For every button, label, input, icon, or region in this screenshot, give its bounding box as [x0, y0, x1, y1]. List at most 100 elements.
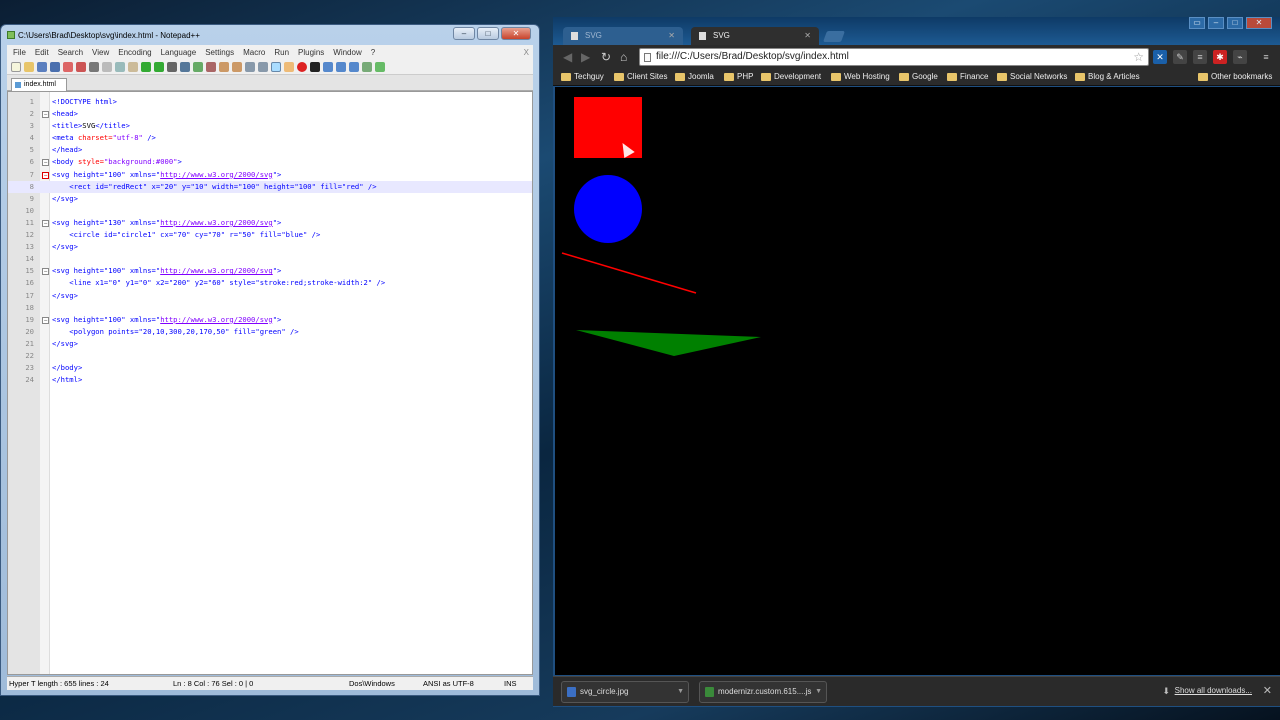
- browser-tab[interactable]: SVG ✕: [563, 27, 683, 45]
- sync-v-icon[interactable]: [219, 61, 229, 72]
- close-file-icon[interactable]: [63, 61, 73, 72]
- bookmark-folder[interactable]: Social Networks: [997, 71, 1067, 83]
- bookmark-folder[interactable]: PHP: [724, 71, 753, 83]
- close-tab-icon[interactable]: ✕: [804, 27, 811, 45]
- wrap-icon[interactable]: [245, 61, 255, 72]
- new-tab-button[interactable]: [822, 31, 846, 42]
- close-all-icon[interactable]: [76, 61, 86, 72]
- undo-icon[interactable]: [141, 61, 151, 72]
- reload-icon[interactable]: ↻: [601, 50, 611, 64]
- replace-icon[interactable]: [180, 61, 190, 72]
- menu-language[interactable]: Language: [161, 48, 197, 57]
- maximize-button[interactable]: □: [477, 27, 499, 40]
- user-icon[interactable]: ▭: [1189, 17, 1205, 29]
- close-button[interactable]: ✕: [501, 27, 531, 40]
- home-icon[interactable]: ⌂: [620, 50, 627, 64]
- abp-extension-icon[interactable]: ✱: [1213, 50, 1227, 64]
- other-bookmarks[interactable]: Other bookmarks: [1198, 71, 1272, 83]
- folder-icon[interactable]: [284, 61, 294, 72]
- cut-icon[interactable]: [102, 61, 112, 72]
- fold-minus-icon[interactable]: −: [42, 316, 49, 324]
- save-all-icon[interactable]: [50, 61, 60, 72]
- zoom-out-icon[interactable]: [206, 61, 216, 72]
- menu-run[interactable]: Run: [274, 48, 289, 57]
- open-file-icon[interactable]: [24, 61, 34, 72]
- code-link[interactable]: http://www.w3.org/2000/svg: [160, 170, 273, 179]
- fold-minus-icon[interactable]: −: [42, 159, 49, 167]
- chevron-down-icon[interactable]: ▼: [677, 682, 684, 702]
- code-link[interactable]: http://www.w3.org/2000/svg: [160, 218, 273, 227]
- redo-icon[interactable]: [154, 61, 164, 72]
- menu-view[interactable]: View: [92, 48, 109, 57]
- play-macro-icon[interactable]: [323, 61, 333, 72]
- menu-search[interactable]: Search: [58, 48, 83, 57]
- close-downloads-icon[interactable]: ✕: [1263, 684, 1272, 697]
- menu-file[interactable]: File: [13, 48, 26, 57]
- settings-menu-icon[interactable]: ≡: [1259, 50, 1273, 64]
- bookmark-folder[interactable]: Techguy: [561, 71, 604, 83]
- bookmark-folder[interactable]: Development: [761, 71, 821, 83]
- maximize-button[interactable]: □: [1227, 17, 1243, 29]
- menu-window[interactable]: Window: [333, 48, 361, 57]
- address-bar[interactable]: file:///C:/Users/Brad/Desktop/svg/index.…: [639, 48, 1149, 66]
- fold-minus-icon[interactable]: −: [42, 111, 49, 119]
- bookmark-folder[interactable]: Web Hosting: [831, 71, 890, 83]
- extension-icon[interactable]: ✕: [1153, 50, 1167, 64]
- menu-edit[interactable]: Edit: [35, 48, 49, 57]
- download-item[interactable]: svg_circle.jpg ▼: [561, 681, 689, 703]
- forward-icon[interactable]: ▶: [581, 50, 590, 64]
- save-macro-icon[interactable]: [349, 61, 359, 72]
- code-line: 18: [8, 302, 532, 314]
- download-arrow-icon: ⬇: [1162, 686, 1170, 696]
- browser-tab-active[interactable]: SVG ✕: [691, 27, 819, 45]
- fold-minus-icon[interactable]: −: [42, 268, 49, 276]
- menu-settings[interactable]: Settings: [205, 48, 234, 57]
- code-link[interactable]: http://www.w3.org/2000/svg: [160, 315, 273, 324]
- minimize-button[interactable]: –: [453, 27, 475, 40]
- minimize-button[interactable]: –: [1208, 17, 1224, 29]
- fold-minus-icon[interactable]: −: [42, 171, 49, 179]
- bookmark-folder[interactable]: Blog & Articles: [1075, 71, 1140, 83]
- menu-macro[interactable]: Macro: [243, 48, 265, 57]
- record-macro-icon[interactable]: [297, 61, 307, 72]
- spellcheck-icon[interactable]: [362, 61, 372, 72]
- close-button[interactable]: ✕: [1246, 17, 1272, 29]
- dropper-icon[interactable]: ⌁: [1233, 50, 1247, 64]
- bookmark-folder[interactable]: Joomla: [675, 71, 714, 83]
- stop-macro-icon[interactable]: [310, 61, 320, 72]
- menu-encoding[interactable]: Encoding: [118, 48, 151, 57]
- check-icon[interactable]: [375, 61, 385, 72]
- pen-tool-icon[interactable]: ✎: [1173, 50, 1187, 64]
- print-icon[interactable]: [89, 61, 99, 72]
- menu-lines-icon[interactable]: ≡: [1193, 50, 1207, 64]
- zoom-in-icon[interactable]: [193, 61, 203, 72]
- close-tab-icon[interactable]: ✕: [668, 27, 675, 45]
- code-editor[interactable]: 1 <!DOCTYPE html> 2− <head> 3 <title>SVG</t…: [7, 91, 533, 675]
- code-link[interactable]: http://www.w3.org/2000/svg: [160, 266, 273, 275]
- show-all-downloads-link[interactable]: Show all downloads...: [1175, 686, 1252, 695]
- show-all-chars-icon[interactable]: [258, 61, 268, 72]
- close-document-icon[interactable]: X: [524, 48, 529, 57]
- download-item[interactable]: modernizr.custom.615....js ▼: [699, 681, 827, 703]
- tab-index-html[interactable]: index.html: [11, 78, 67, 91]
- new-file-icon[interactable]: [11, 61, 21, 72]
- chevron-down-icon[interactable]: ▼: [815, 682, 822, 702]
- menu-plugins[interactable]: Plugins: [298, 48, 324, 57]
- fold-minus-icon[interactable]: −: [42, 219, 49, 227]
- back-icon[interactable]: ◀: [563, 50, 572, 64]
- code-text: <title>: [52, 121, 83, 131]
- menu-help[interactable]: ?: [371, 48, 375, 57]
- bookmark-folder[interactable]: Google: [899, 71, 938, 83]
- paste-icon[interactable]: [128, 61, 138, 72]
- find-icon[interactable]: [167, 61, 177, 72]
- save-icon[interactable]: [37, 61, 47, 72]
- indent-guide-icon[interactable]: [271, 61, 281, 72]
- code-line: 12 <circle id="circle1" cx="70" cy="70" …: [8, 229, 532, 241]
- bookmark-label: Blog & Articles: [1088, 72, 1140, 81]
- play-multiple-icon[interactable]: [336, 61, 346, 72]
- bookmark-folder[interactable]: Finance: [947, 71, 988, 83]
- copy-icon[interactable]: [115, 61, 125, 72]
- sync-h-icon[interactable]: [232, 61, 242, 72]
- bookmark-star-icon[interactable]: ☆: [1133, 49, 1144, 65]
- bookmark-folder[interactable]: Client Sites: [614, 71, 667, 83]
